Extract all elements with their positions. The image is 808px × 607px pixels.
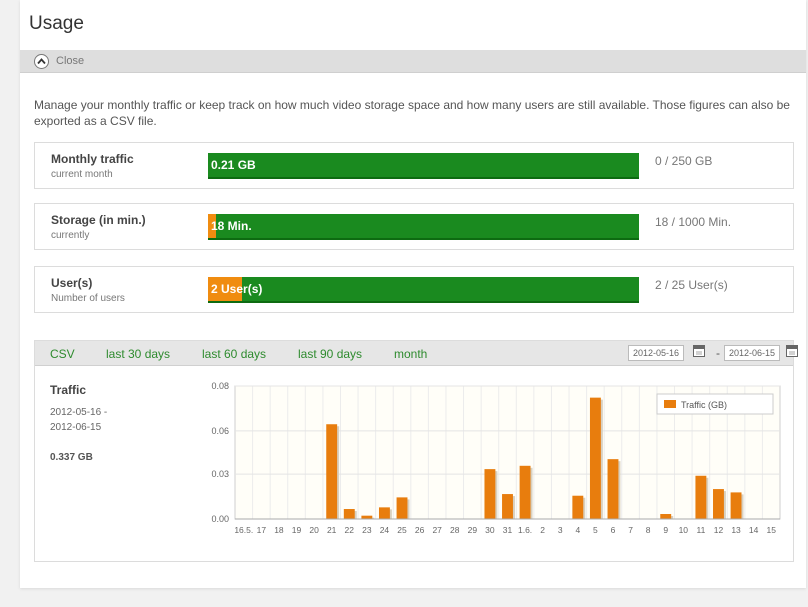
usage-row-traffic: Monthly traffic current month 0.21 GB 0 …: [34, 142, 794, 189]
stat-title: Traffic: [50, 383, 87, 397]
filter-month[interactable]: month: [394, 347, 427, 361]
usage-bar-label: 18 Min.: [211, 219, 252, 233]
usage-progress-bar: 0.21 GB: [208, 153, 639, 179]
x-tick-label: 4: [575, 525, 580, 535]
x-tick-label: 26: [415, 525, 425, 535]
x-tick-label: 24: [380, 525, 390, 535]
x-tick-label: 18: [274, 525, 284, 535]
traffic-bar: [396, 497, 408, 519]
x-tick-label: 5: [593, 525, 598, 535]
traffic-bar: [572, 495, 584, 519]
x-tick-label: 7: [628, 525, 633, 535]
x-tick-label: 23: [362, 525, 372, 535]
csv-export-link[interactable]: CSV: [50, 347, 75, 361]
y-tick-label: 0.00: [211, 514, 229, 524]
x-tick-label: 25: [397, 525, 407, 535]
x-tick-label: 29: [468, 525, 478, 535]
usage-row-subtitle: current month: [51, 169, 113, 180]
traffic-bar: [695, 475, 707, 519]
x-tick-label: 11: [696, 525, 705, 535]
stat-date-range: 2012-05-16 - 2012-06-15: [50, 405, 130, 435]
intro-text: Manage your monthly traffic or keep trac…: [34, 98, 790, 128]
x-tick-label: 1.6.: [518, 525, 532, 535]
x-tick-label: 9: [663, 525, 668, 535]
close-label[interactable]: Close: [56, 55, 84, 67]
x-tick-label: 28: [450, 525, 460, 535]
close-toggle-bar[interactable]: Close: [20, 50, 806, 73]
calendar-icon[interactable]: [693, 345, 705, 357]
chevron-up-icon[interactable]: [34, 53, 49, 69]
x-tick-label: 10: [679, 525, 689, 535]
x-tick-label: 19: [292, 525, 302, 535]
x-tick-label: 12: [714, 525, 724, 535]
x-tick-label: 15: [766, 525, 776, 535]
usage-row-subtitle: currently: [51, 230, 90, 241]
traffic-bar-chart: 0.000.030.060.0816.5. 17 18 19 20 21 22 23 24 25 2…: [211, 381, 781, 535]
date-from-input[interactable]: [628, 345, 684, 361]
x-tick-label: 17: [257, 525, 267, 535]
usage-page: Usage Close Manage your monthly traffic …: [20, 0, 806, 588]
x-tick-label: 20: [309, 525, 319, 535]
usage-row-value: 2 / 25 User(s): [655, 278, 728, 292]
calendar-icon[interactable]: [786, 345, 798, 357]
traffic-bar: [589, 397, 601, 519]
legend-label: Traffic (GB): [681, 400, 727, 410]
usage-progress-bar: 2 User(s): [208, 277, 639, 303]
traffic-bar: [343, 509, 355, 519]
usage-row-label: Storage (in min.) currently: [51, 213, 146, 241]
usage-row-label: Monthly traffic current month: [51, 152, 134, 180]
x-tick-label: 22: [345, 525, 355, 535]
stat-range-start: 2012-05-16 -: [50, 407, 108, 418]
y-tick-label: 0.06: [211, 426, 229, 436]
x-tick-label: 30: [485, 525, 495, 535]
traffic-bar: [519, 465, 531, 519]
y-tick-label: 0.03: [211, 469, 229, 479]
x-tick-label: 21: [327, 525, 337, 535]
traffic-bar: [730, 492, 742, 519]
usage-row-title: Storage (in min.): [51, 213, 146, 227]
y-tick-label: 0.08: [211, 381, 229, 391]
usage-bar-label: 2 User(s): [211, 282, 263, 296]
x-tick-label: 14: [749, 525, 759, 535]
x-tick-label: 2: [540, 525, 545, 535]
usage-row-title: User(s): [51, 276, 93, 290]
filter-bar: CSV last 30 days last 60 days last 90 da…: [35, 341, 798, 366]
x-tick-label: 16.5.: [234, 525, 253, 535]
usage-row-value: 0 / 250 GB: [655, 154, 713, 168]
x-tick-label: 6: [611, 525, 616, 535]
usage-bar-label: 0.21 GB: [211, 158, 256, 172]
usage-row-storage: Storage (in min.) currently 18 Min. 18 /…: [34, 203, 794, 250]
traffic-bar: [502, 494, 513, 519]
traffic-bar: [484, 469, 496, 519]
traffic-bar: [660, 514, 672, 519]
usage-row-subtitle: Number of users: [51, 293, 125, 304]
x-tick-label: 3: [558, 525, 563, 535]
usage-row-value: 18 / 1000 Min.: [655, 215, 732, 229]
filter-last-30-days[interactable]: last 30 days: [106, 347, 170, 361]
filter-last-90-days[interactable]: last 90 days: [298, 347, 362, 361]
usage-row-title: Monthly traffic: [51, 152, 134, 166]
x-tick-label: 13: [731, 525, 741, 535]
date-to-input[interactable]: [724, 345, 780, 361]
usage-row-label: User(s) Number of users: [51, 276, 125, 304]
x-tick-label: 31: [503, 525, 513, 535]
usage-row-users: User(s) Number of users 2 User(s) 2 / 25…: [34, 266, 794, 313]
traffic-bar: [607, 459, 619, 519]
stat-total: 0.337 GB: [50, 452, 93, 463]
date-range-separator: -: [716, 346, 720, 360]
stat-range-end: 2012-06-15: [50, 422, 102, 433]
x-tick-label: 8: [646, 525, 651, 535]
x-tick-label: 27: [432, 525, 442, 535]
filter-last-60-days[interactable]: last 60 days: [202, 347, 266, 361]
traffic-bar: [713, 489, 724, 519]
traffic-statistics-panel: CSV last 30 days last 60 days last 90 da…: [34, 340, 798, 562]
traffic-bar: [326, 424, 338, 519]
page-title: Usage: [29, 13, 84, 34]
traffic-bar: [378, 507, 390, 519]
legend-swatch: [664, 400, 676, 408]
usage-progress-bar: 18 Min.: [208, 214, 639, 240]
